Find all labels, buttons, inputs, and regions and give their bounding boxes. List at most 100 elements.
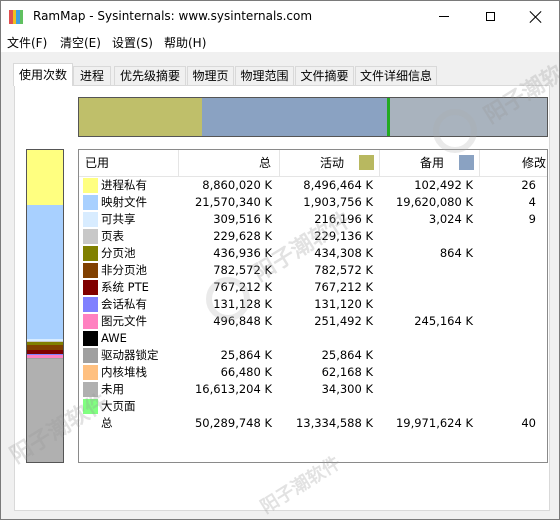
table-row[interactable]: 页表 229,628 K 229,136 K (79, 228, 547, 245)
row-total: 229,628 K (213, 229, 272, 243)
table-row[interactable]: 分页池 436,936 K 434,308 K 864 K (79, 245, 547, 262)
app-icon-stripe (19, 10, 23, 24)
usage-stack-segment (27, 204, 63, 339)
row-active: 131,120 K (314, 297, 373, 311)
row-modified (480, 330, 536, 347)
minimize-button[interactable] (421, 1, 467, 32)
row-standby (380, 296, 473, 313)
menu-file[interactable]: 文件(F) (7, 34, 47, 51)
row-active: 434,308 K (314, 246, 373, 260)
row-total (179, 398, 272, 415)
column-header-label: 总 (258, 156, 271, 170)
row-active: 25,864 K (321, 348, 373, 362)
tab-file-summary[interactable]: 文件摘要 (295, 66, 354, 85)
row-color-swatch (83, 212, 98, 227)
row-color-swatch (83, 195, 98, 210)
rammap-window: RamMap - Sysinternals: www.sysinternals.… (0, 0, 560, 520)
column-header-label: 已用 (85, 156, 110, 170)
column-header-modified[interactable]: 修改 (480, 150, 547, 176)
active-color-swatch (359, 155, 374, 170)
row-active: 13,334,588 K (295, 416, 373, 430)
window-title: RamMap - Sysinternals: www.sysinternals.… (33, 9, 313, 23)
row-modified (480, 228, 536, 245)
menu-help[interactable]: 帮助(H) (164, 34, 206, 51)
menu-settings[interactable]: 设置(S) (112, 34, 153, 51)
table-row[interactable]: 进程私有 8,860,020 K 8,496,464 K 102,492 K 26 (79, 177, 547, 194)
row-name: 大页面 (101, 399, 136, 413)
row-color-swatch (83, 280, 98, 295)
row-modified: 4 (528, 195, 536, 209)
row-modified (480, 296, 536, 313)
usage-stack-segment (27, 150, 63, 205)
rammap-app-icon (9, 10, 23, 24)
close-button[interactable] (513, 1, 559, 32)
row-color-swatch (83, 297, 98, 312)
row-standby (380, 279, 473, 296)
menu-bar: 文件(F) 清空(E) 设置(S) 帮助(H) (1, 32, 559, 53)
standby-segment (202, 98, 387, 136)
memory-usage-bar (78, 97, 548, 137)
tab-physical-pages[interactable]: 物理页 (187, 66, 234, 85)
standby-color-swatch (459, 155, 474, 170)
row-name: 非分页池 (101, 263, 147, 277)
row-standby: 19,620,080 K (395, 195, 473, 209)
column-header-label: 修改 (522, 156, 547, 170)
row-total: 496,848 K (213, 314, 272, 328)
table-row[interactable]: 内核堆栈 66,480 K 62,168 K (79, 364, 547, 381)
row-color-swatch (83, 246, 98, 261)
usage-stack-segment (27, 358, 63, 462)
row-color-swatch (83, 382, 98, 397)
table-row[interactable]: 非分页池 782,572 K 782,572 K (79, 262, 547, 279)
tab-priority-summary[interactable]: 优先级摘要 (114, 66, 186, 85)
row-total: 25,864 K (220, 348, 272, 362)
row-name: 页表 (101, 229, 124, 243)
row-color-swatch (83, 348, 98, 363)
menu-clear[interactable]: 清空(E) (60, 34, 101, 51)
row-color-swatch (83, 314, 98, 329)
row-modified: 26 (521, 178, 536, 192)
table-row[interactable]: 大页面 (79, 398, 547, 415)
row-total: 50,289,748 K (194, 416, 272, 430)
tab-file-details[interactable]: 文件详细信息 (355, 66, 437, 85)
free-segment (389, 98, 547, 136)
row-active: 34,300 K (321, 382, 373, 396)
row-active: 782,572 K (314, 263, 373, 277)
row-total: 436,936 K (213, 246, 272, 260)
row-standby: 245,164 K (414, 314, 473, 328)
row-standby: 102,492 K (414, 178, 473, 192)
maximize-button[interactable] (467, 1, 513, 32)
row-standby (380, 381, 473, 398)
row-name: 图元文件 (101, 314, 147, 328)
table-row[interactable]: 图元文件 496,848 K 251,492 K 245,164 K (79, 313, 547, 330)
column-header-standby[interactable]: 备用 (380, 150, 480, 176)
table-row[interactable]: AWE (79, 330, 547, 347)
row-modified: 9 (528, 212, 536, 226)
table-row[interactable]: 系统 PTE 767,212 K 767,212 K (79, 279, 547, 296)
table-row[interactable]: 未用 16,613,204 K 34,300 K (79, 381, 547, 398)
row-name: 内核堆栈 (101, 365, 147, 379)
row-modified (480, 245, 536, 262)
table-row[interactable]: 可共享 309,516 K 216,196 K 3,024 K 9 (79, 211, 547, 228)
row-total: 66,480 K (220, 365, 272, 379)
column-header-label: 备用 (420, 156, 445, 170)
column-header-total[interactable]: 总 (179, 150, 280, 176)
title-bar[interactable]: RamMap - Sysinternals: www.sysinternals.… (1, 1, 559, 32)
column-header-used[interactable]: 已用 (79, 150, 179, 176)
row-active: 1,903,756 K (303, 195, 373, 209)
row-standby (380, 330, 473, 347)
tab-processes[interactable]: 进程 (73, 66, 111, 85)
row-standby: 3,024 K (428, 212, 473, 226)
table-row[interactable]: 映射文件 21,570,340 K 1,903,756 K 19,620,080 K 4 (79, 194, 547, 211)
table-row[interactable]: 会话私有 131,128 K 131,120 K (79, 296, 547, 313)
table-row[interactable]: 驱动器锁定 25,864 K 25,864 K (79, 347, 547, 364)
row-name: 分页池 (101, 246, 136, 260)
row-total: 767,212 K (213, 280, 272, 294)
tab-use-counts[interactable]: 使用次数 (13, 63, 73, 86)
row-standby (380, 364, 473, 381)
row-modified (480, 262, 536, 279)
row-color-swatch (83, 399, 98, 414)
table-row[interactable]: 总 50,289,748 K 13,334,588 K 19,971,624 K 40 (79, 415, 547, 432)
column-header-active[interactable]: 活动 (280, 150, 380, 176)
tab-physical-ranges[interactable]: 物理范围 (235, 66, 294, 85)
row-name: 可共享 (101, 212, 136, 226)
